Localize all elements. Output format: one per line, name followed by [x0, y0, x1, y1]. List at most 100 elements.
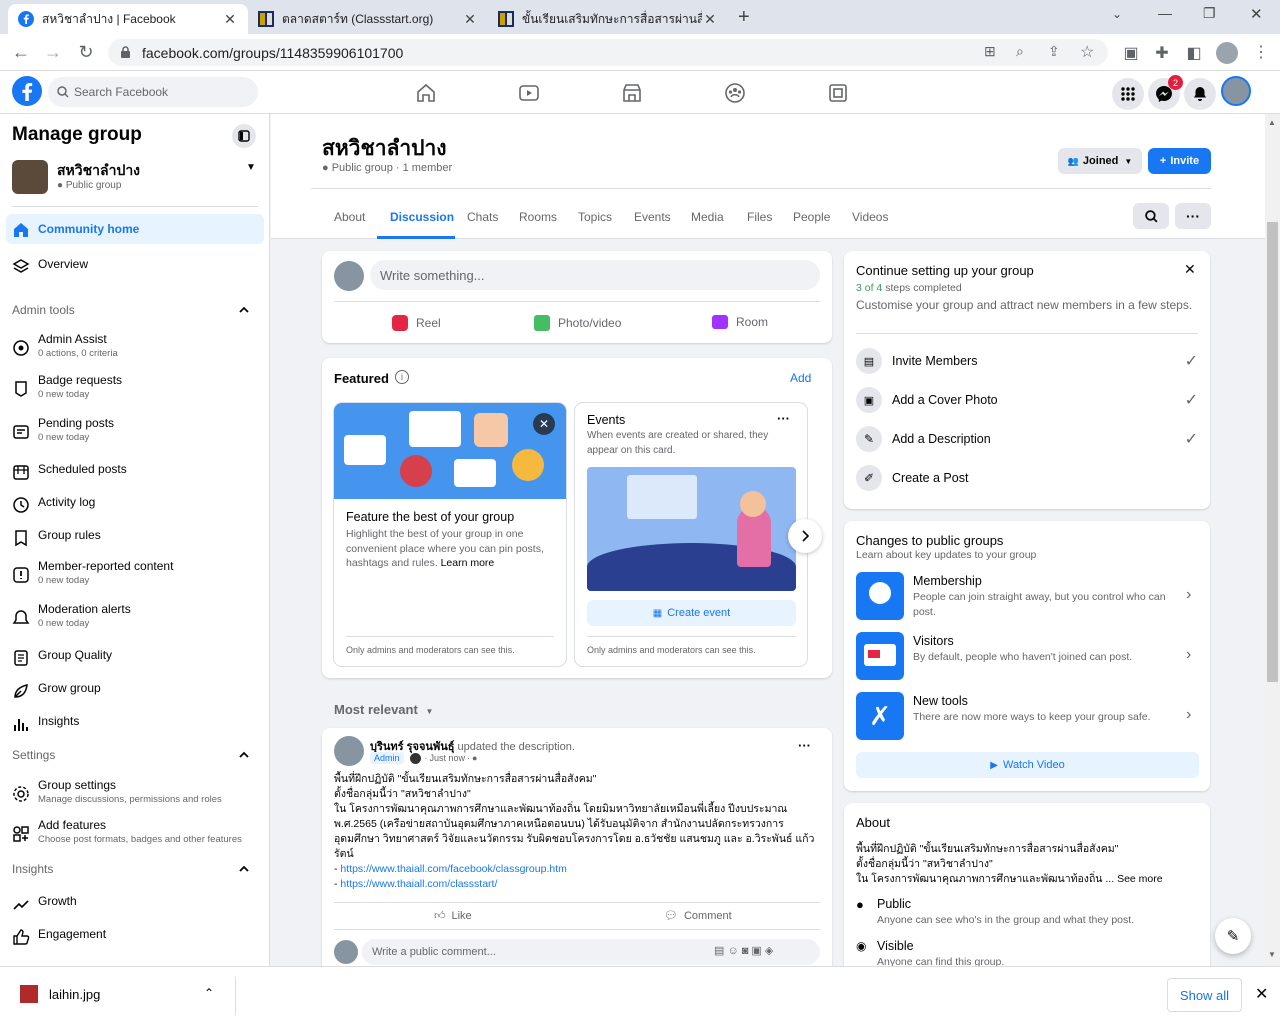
change-item-visitors[interactable]: Visitors By default, people who haven't …	[856, 632, 1198, 684]
zoom-icon[interactable]: ⌕	[1016, 43, 1024, 60]
menu-kebab-icon[interactable]: ⋮	[1250, 42, 1272, 62]
profile-avatar[interactable]	[1216, 42, 1238, 64]
tab-events[interactable]: Events	[634, 210, 671, 224]
tab-search-chevron-icon[interactable]: ⌄	[1112, 7, 1122, 21]
browser-tab-facebook[interactable]: สหวิชาลำปาง | Facebook ✕	[8, 4, 248, 34]
download-item[interactable]: laihin.jpg ⌃	[6, 977, 236, 1015]
browser-tab-course[interactable]: ขั้นเรียนเสริมทักษะการสื่อสารผ่านสื่อสัง…	[488, 4, 728, 34]
sidebar-group-name[interactable]: สหวิชาลำปาง	[57, 160, 140, 182]
show-all-button[interactable]: Show all	[1167, 978, 1242, 1012]
post-link[interactable]: https://www.thaiall.com/facebook/classgr…	[340, 863, 566, 875]
comment-tools-icon[interactable]: ▤ ☺ ◙ ▣ ◈	[714, 944, 773, 957]
new-tab-icon[interactable]: +	[738, 6, 750, 29]
joined-button[interactable]: 👥 Joined ▼	[1058, 148, 1142, 174]
learn-more-link[interactable]: Learn more	[441, 557, 495, 569]
extension-icon[interactable]: ▣	[1120, 43, 1142, 63]
tab-about[interactable]: About	[334, 210, 365, 224]
sidebar-item-member-reported-content[interactable]: Member-reported content 0 new today	[6, 559, 264, 586]
invite-button[interactable]: + Invite	[1148, 148, 1211, 174]
chevron-up-icon[interactable]	[238, 304, 250, 316]
next-chevron-icon[interactable]	[788, 519, 822, 553]
tab-rooms[interactable]: Rooms	[519, 210, 557, 224]
featured-add-link[interactable]: Add	[790, 371, 811, 385]
like-button[interactable]: 👍︎ Like	[434, 909, 472, 923]
messenger-icon[interactable]: 2	[1148, 75, 1183, 110]
tab-people[interactable]: People	[793, 210, 830, 224]
more-options-icon[interactable]: ···	[1175, 203, 1211, 229]
sidebar-item-scheduled-posts[interactable]: Scheduled posts	[6, 462, 264, 481]
room-button[interactable]: Room	[712, 315, 768, 329]
sidebar-item-group-rules[interactable]: Group rules	[6, 528, 264, 547]
scrollbar-thumb[interactable]	[1267, 222, 1278, 682]
search-input[interactable]: Search Facebook	[48, 77, 258, 107]
scroll-up-icon[interactable]: ▲	[1268, 118, 1276, 127]
gaming-icon[interactable]	[827, 82, 849, 104]
sidebar-item-pending-posts[interactable]: Pending posts 0 new today	[6, 416, 264, 443]
setup-step-description[interactable]: ✎ Add a Description ✓	[856, 426, 1198, 452]
bookmark-star-icon[interactable]: ☆	[1080, 42, 1094, 62]
sidebar-item-activity-log[interactable]: Activity log	[6, 495, 264, 514]
sidebar-item-group-quality[interactable]: Group Quality	[6, 648, 264, 667]
new-message-compose-icon[interactable]: ✎	[1215, 918, 1251, 954]
tab-videos[interactable]: Videos	[852, 210, 888, 224]
home-icon[interactable]	[415, 82, 437, 104]
close-tab-icon[interactable]: ✕	[702, 11, 718, 28]
restore-icon[interactable]: ❐	[1203, 5, 1216, 22]
reload-icon[interactable]: ↻	[75, 42, 97, 63]
tab-chats[interactable]: Chats	[467, 210, 498, 224]
share-icon[interactable]: ⇪	[1048, 43, 1060, 60]
close-tab-icon[interactable]: ✕	[462, 11, 478, 28]
sidebar-item-overview[interactable]: Overview	[6, 257, 264, 276]
tab-discussion[interactable]: Discussion	[390, 210, 454, 224]
watch-video-button[interactable]: ▶ Watch Video	[856, 752, 1199, 778]
sidebar-item-add-features[interactable]: Add features Choose post formats, badges …	[6, 818, 264, 845]
close-icon[interactable]: ✕	[533, 413, 555, 435]
sidebar-item-insights[interactable]: Insights	[6, 714, 264, 733]
change-item-membership[interactable]: Membership People can join straight away…	[856, 572, 1198, 624]
info-icon[interactable]: i	[395, 370, 409, 384]
sidebar-item-admin-assist[interactable]: Admin Assist 0 actions, 0 criteria	[6, 332, 264, 359]
tab-files[interactable]: Files	[747, 210, 772, 224]
marketplace-icon[interactable]	[621, 82, 643, 104]
setup-step-invite[interactable]: ▤ Invite Members ✓	[856, 348, 1198, 374]
group-switcher-caret-icon[interactable]: ▼	[246, 162, 256, 173]
avatar[interactable]	[334, 736, 364, 766]
write-something-input[interactable]: Write something...	[370, 260, 820, 290]
forward-icon[interactable]: →	[42, 42, 64, 63]
page-scrollbar[interactable]: ▲ ▼	[1265, 114, 1280, 966]
comment-input[interactable]: Write a public comment... ▤ ☺ ◙ ▣ ◈	[362, 939, 820, 965]
sidebar-item-grow-group[interactable]: Grow group	[6, 681, 264, 700]
see-more-link[interactable]: See more	[1117, 873, 1163, 885]
sidebar-item-moderation-alerts[interactable]: Moderation alerts 0 new today	[6, 602, 264, 629]
tab-media[interactable]: Media	[691, 210, 724, 224]
translate-icon[interactable]: ⊞	[984, 43, 996, 60]
change-item-new-tools[interactable]: ✗ New tools There are now more ways to k…	[856, 692, 1198, 744]
setup-step-cover[interactable]: ▣ Add a Cover Photo ✓	[856, 387, 1198, 413]
more-options-icon[interactable]: ···	[777, 411, 790, 426]
sort-dropdown[interactable]: Most relevant ▼	[334, 702, 433, 717]
window-close-icon[interactable]: ✕	[1250, 5, 1263, 23]
more-options-icon[interactable]: ···	[798, 738, 811, 753]
close-tab-icon[interactable]: ✕	[222, 11, 238, 28]
photo-video-button[interactable]: Photo/video	[534, 315, 621, 331]
account-avatar[interactable]	[1221, 76, 1251, 106]
menu-grid-icon[interactable]	[1112, 78, 1144, 110]
watch-icon[interactable]	[518, 82, 540, 104]
puzzle-extensions-icon[interactable]: ✚	[1151, 43, 1173, 63]
sidebar-item-engagement[interactable]: Engagement	[6, 927, 264, 946]
url-field[interactable]: facebook.com/groups/1148359906101700 ⊞ ⌕…	[108, 39, 1108, 66]
group-thumbnail[interactable]	[12, 160, 48, 194]
tab-topics[interactable]: Topics	[578, 210, 612, 224]
sidebar-item-group-settings[interactable]: Group settings Manage discussions, permis…	[6, 778, 264, 805]
sidebar-item-community-home[interactable]: Community home	[6, 214, 264, 244]
sidebar-item-growth[interactable]: Growth	[6, 894, 264, 913]
create-event-button[interactable]: ▦ Create event	[587, 600, 796, 626]
setup-step-post[interactable]: ✐ Create a Post	[856, 465, 1198, 491]
groups-icon[interactable]	[724, 82, 746, 104]
back-icon[interactable]: ←	[10, 42, 32, 63]
comment-button[interactable]: 💬︎ Comment	[664, 909, 732, 923]
facebook-logo-icon[interactable]	[12, 76, 42, 106]
chevron-up-icon[interactable]: ⌃	[204, 986, 214, 1000]
close-icon[interactable]: ✕	[1184, 261, 1196, 278]
chevron-up-icon[interactable]	[238, 749, 250, 761]
